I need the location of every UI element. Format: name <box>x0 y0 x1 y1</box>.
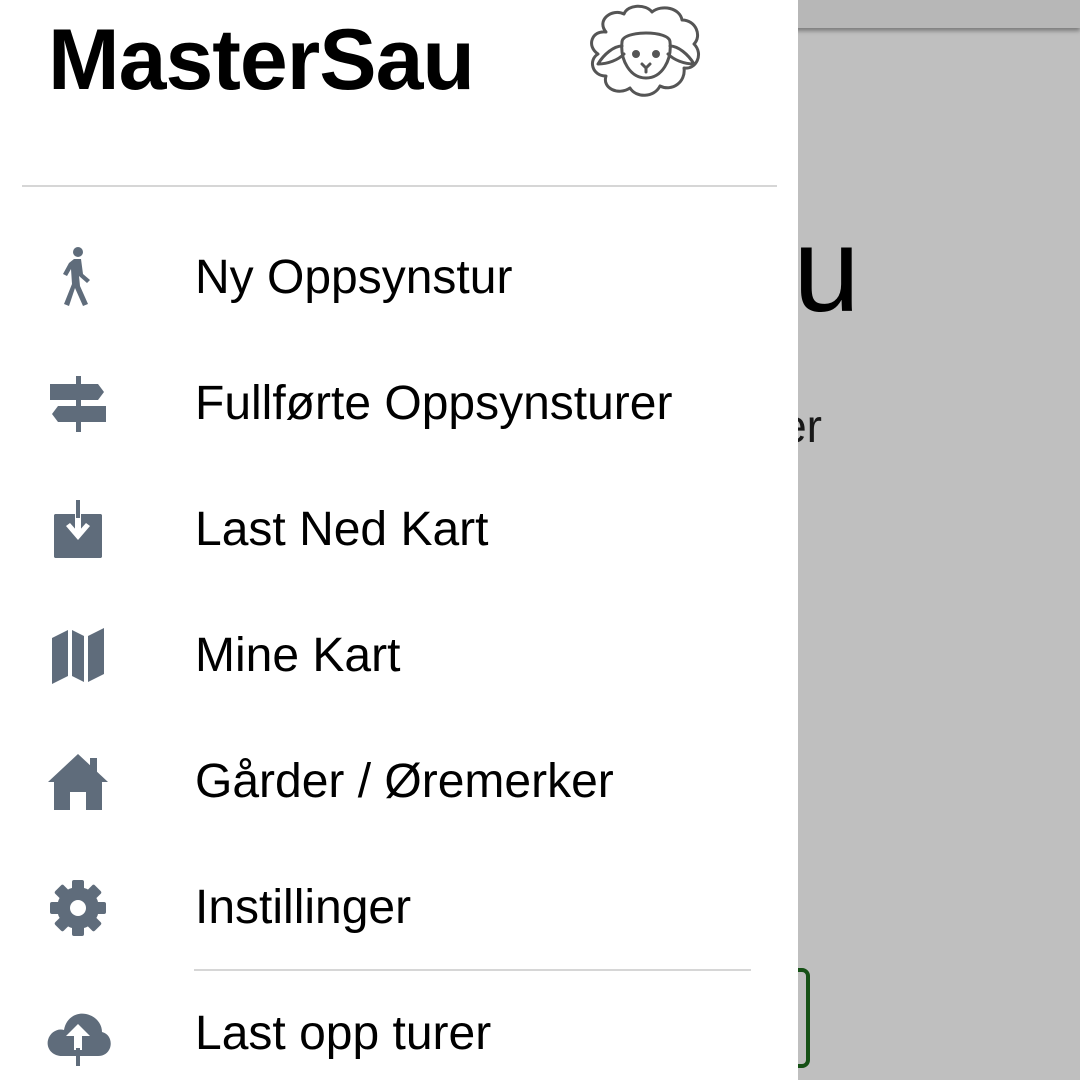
menu-item-label: Last Ned Kart <box>195 503 489 556</box>
header-divider <box>22 185 777 187</box>
menu-item-ny-oppsynstur[interactable]: Ny Oppsynstur <box>0 218 798 338</box>
menu-item-label: Instillinger <box>195 881 412 934</box>
menu-item-label: Gårder / Øremerker <box>195 755 614 808</box>
gear-icon <box>44 876 112 940</box>
download-box-icon <box>44 498 112 562</box>
menu-item-label: Fullførte Oppsynsturer <box>195 377 673 430</box>
app-screen: u er MasterSau Ny Oppsynstur Fullførte O… <box>0 0 1080 1080</box>
menu-item-label: Ny Oppsynstur <box>195 251 513 304</box>
app-title: MasterSau <box>48 12 475 108</box>
home-icon <box>44 750 112 814</box>
menu-item-last-opp-turer[interactable]: Last opp turer <box>0 974 798 1080</box>
signpost-icon <box>44 372 112 436</box>
walking-person-icon <box>44 246 112 310</box>
sheep-icon <box>578 2 712 110</box>
section-divider <box>194 969 751 971</box>
drawer-header: MasterSau <box>0 0 798 186</box>
menu-item-last-ned-kart[interactable]: Last Ned Kart <box>0 470 798 590</box>
cloud-upload-icon <box>44 1002 112 1066</box>
menu-item-label: Last opp turer <box>195 1007 492 1060</box>
menu-item-mine-kart[interactable]: Mine Kart <box>0 596 798 716</box>
map-icon <box>44 624 112 688</box>
menu-item-garder-oremerker[interactable]: Gårder / Øremerker <box>0 722 798 842</box>
navigation-drawer: MasterSau Ny Oppsynstur Fullførte Oppsyn… <box>0 0 798 1080</box>
menu-item-instillinger[interactable]: Instillinger <box>0 848 798 968</box>
menu-item-fullforte-oppsynsturer[interactable]: Fullførte Oppsynsturer <box>0 344 798 464</box>
menu-item-label: Mine Kart <box>195 629 401 682</box>
